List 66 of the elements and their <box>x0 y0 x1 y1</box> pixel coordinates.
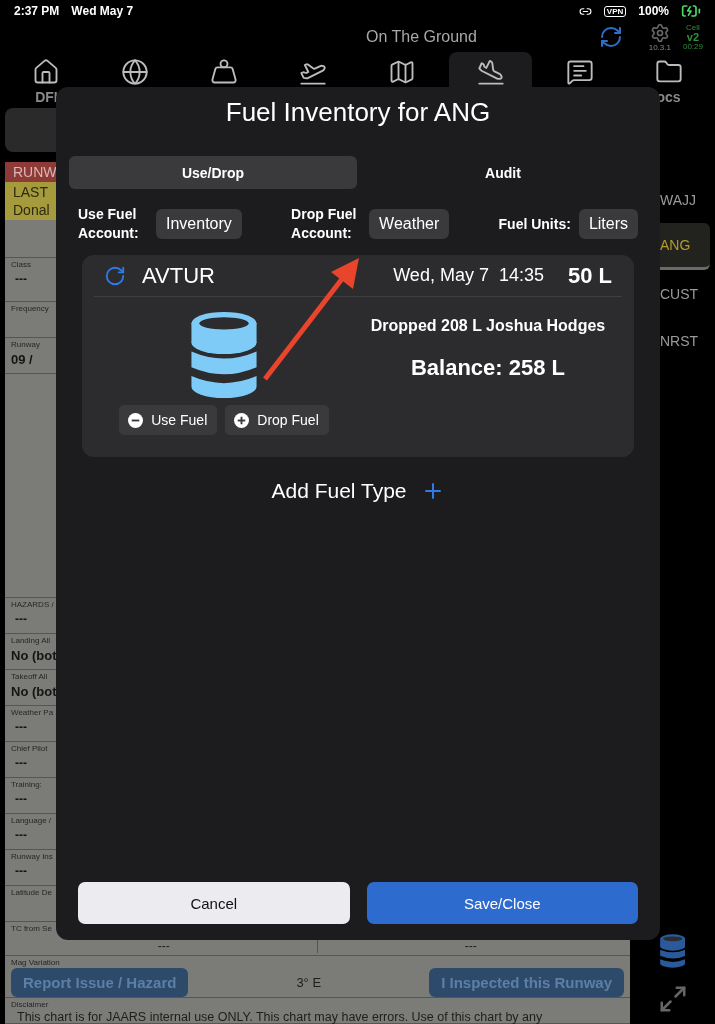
fuel-date: Wed, May 7 <box>393 265 489 286</box>
segment-tab[interactable]: Use/Drop <box>69 156 357 189</box>
field-value: --- <box>14 720 27 734</box>
database-icon <box>191 311 257 399</box>
vpn-badge: VPN <box>603 5 627 17</box>
field-label: Chief Pilot <box>11 744 48 753</box>
fuel-name: AVTUR <box>142 262 215 289</box>
fuel-time: 14:35 <box>498 265 544 286</box>
field-value: 09 / <box>11 352 33 367</box>
drop-fuel-button[interactable]: Drop Fuel <box>225 405 329 435</box>
field-label: Mag Variation <box>11 958 60 967</box>
tab-label: DFI <box>35 89 58 105</box>
field-label: Takeoff All <box>11 672 48 681</box>
cancel-button[interactable]: Cancel <box>78 882 350 924</box>
weight-icon <box>210 58 239 86</box>
disclaimer-text: This chart is for JAARS internal use ONLY. This chart may have errors. Use of this chart by any <box>16 1010 544 1024</box>
plus-circle-icon <box>234 412 250 428</box>
add-fuel-type-text: Add Fuel Type <box>271 479 407 503</box>
balance-text: Balance: 258 L <box>410 355 566 381</box>
tab[interactable]: DFI <box>5 52 88 105</box>
field-value: --- <box>14 828 27 842</box>
battery-percent: 100% <box>638 4 669 18</box>
field-label: Frequency <box>11 304 49 313</box>
dialog-title: Fuel Inventory for ANG <box>224 97 492 128</box>
field-value: --- <box>14 612 27 626</box>
account-picker[interactable]: Inventory <box>156 209 242 239</box>
timer-text: 00:29 <box>682 42 703 51</box>
fuel-amount: 50 L <box>567 262 612 289</box>
field-value: No (bot <box>11 648 57 663</box>
sync-version: v2 <box>686 31 700 43</box>
field-label: Landing All <box>11 636 51 645</box>
version-text: 10.3.1 <box>648 42 671 52</box>
field-value: 3° E <box>295 975 323 990</box>
database-icon <box>659 934 686 968</box>
field-value: --- <box>463 939 478 953</box>
field-label: Training: <box>11 780 42 789</box>
account-picker[interactable]: Liters <box>578 209 638 239</box>
account-picker[interactable]: Weather <box>369 209 450 239</box>
use-fuel-button[interactable]: Use Fuel <box>119 405 218 435</box>
field-value: --- <box>14 864 27 878</box>
plane-landing-icon <box>476 58 505 86</box>
field-value: --- <box>14 792 27 806</box>
field-label: Latitude De <box>11 888 52 897</box>
field-value: --- <box>14 272 27 286</box>
field-label: Disclaimer <box>11 1000 49 1009</box>
connection-text: Cell <box>686 23 700 32</box>
sync-icon[interactable] <box>598 25 623 49</box>
field-label: HAZARDS / <box>11 600 54 609</box>
refresh-icon[interactable] <box>104 264 126 287</box>
last-entry-text: Dropped 208 L Joshua Hodges <box>370 317 606 335</box>
save-close-button[interactable]: Save/Close <box>366 882 638 924</box>
globe-icon <box>121 58 150 86</box>
field-value: --- <box>14 756 27 770</box>
settings-icon[interactable] <box>649 22 670 43</box>
status-time: 2:37 PM <box>14 4 60 18</box>
status-date: Wed May 7 <box>71 4 134 18</box>
field-label: Class <box>11 260 31 269</box>
field-label: Runway <box>11 340 40 349</box>
field-value: No (bot <box>11 684 57 699</box>
screen-title: On The Ground <box>366 28 478 46</box>
field-label: Runway Ins <box>11 852 53 861</box>
field-label: Language / <box>11 816 52 825</box>
message-icon <box>565 58 594 86</box>
minus-circle-icon <box>128 412 144 428</box>
field-label: Weather Pa <box>11 708 54 717</box>
field-label: TC from Se <box>11 924 52 933</box>
